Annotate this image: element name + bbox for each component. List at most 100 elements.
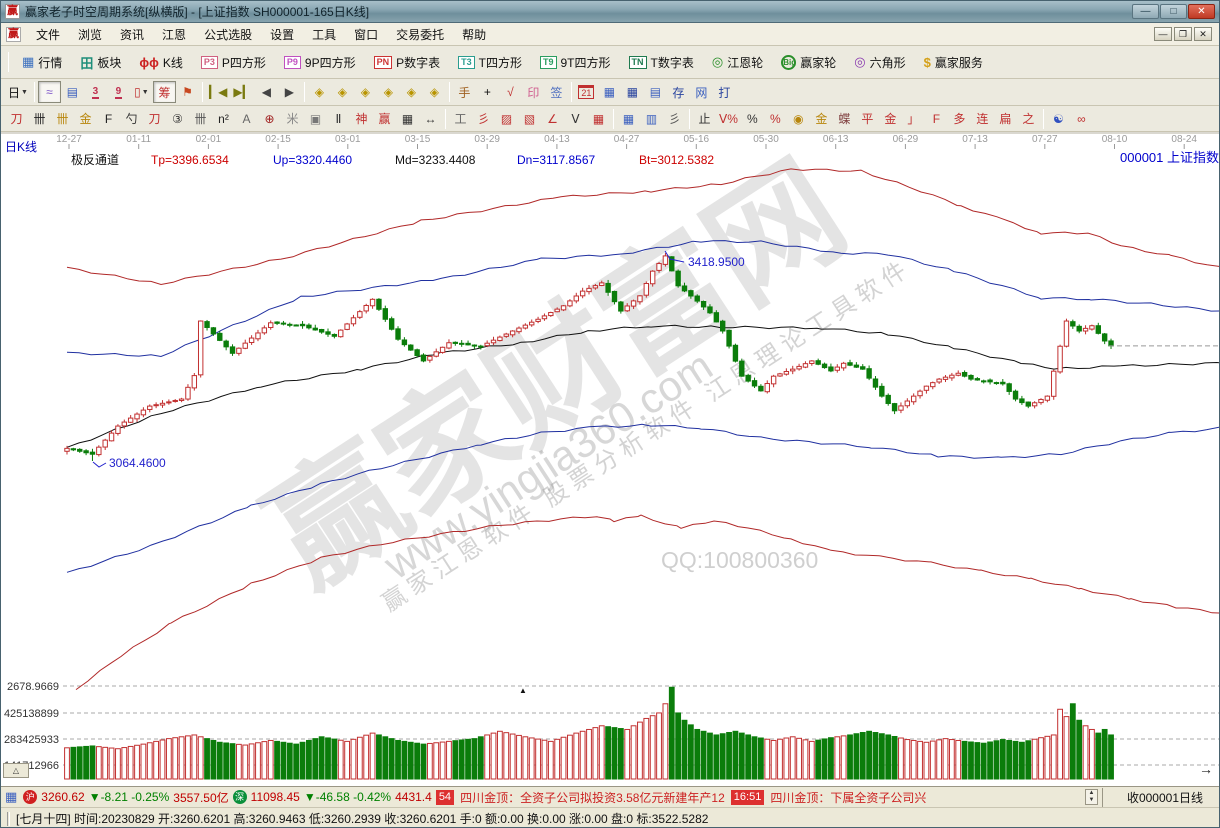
compass-target-icon[interactable]: ⊕ <box>258 108 281 130</box>
kline-button[interactable]: ɸɸK线 <box>131 50 191 75</box>
knife-up-icon[interactable]: 刀 <box>143 108 166 130</box>
width-arrows-icon[interactable]: ↔ <box>419 108 442 130</box>
star-wheel-icon[interactable]: 米 <box>281 108 304 130</box>
menu-item-browse[interactable]: 浏览 <box>69 24 111 45</box>
copy-web-icon[interactable]: 网 <box>690 81 713 103</box>
nav-first-icon[interactable]: ▎◀ <box>206 81 230 103</box>
ray-fan-icon[interactable]: 彡 <box>472 108 495 130</box>
nav-last-icon[interactable]: ▶▎ <box>230 81 254 103</box>
knife-tool-icon[interactable]: 刀 <box>5 108 28 130</box>
spinner-down-icon[interactable]: ▼ <box>1086 797 1097 804</box>
crosshair-tool-icon[interactable]: + <box>476 81 499 103</box>
menu-item-tools[interactable]: 工具 <box>303 24 345 45</box>
zigzag-line-icon[interactable]: Ⅴ <box>564 108 587 130</box>
slash-lines-icon[interactable]: 彡 <box>663 108 686 130</box>
note-tool-icon[interactable]: 签 <box>545 81 568 103</box>
dropdown-arrow-icon[interactable]: ▼ <box>21 89 28 96</box>
flat-wave-icon[interactable]: 平 <box>856 108 879 130</box>
menu-item-settings[interactable]: 设置 <box>261 24 303 45</box>
yin-yang-icon[interactable]: ☯ <box>1047 108 1070 130</box>
gold-hatch-2-icon[interactable]: 金 <box>74 108 97 130</box>
percent-icon[interactable]: % <box>741 108 764 130</box>
red-grid-icon[interactable]: ▦ <box>587 108 610 130</box>
volume-collapse-button[interactable]: △ <box>3 763 29 778</box>
close-button[interactable]: ✕ <box>1188 4 1215 19</box>
price-bars-icon[interactable]: 止 <box>693 108 716 130</box>
mdi-minimize-button[interactable]: — <box>1154 27 1172 41</box>
calculator-tool-icon[interactable]: ▦ <box>598 81 621 103</box>
fan-box-icon[interactable]: ▨ <box>495 108 518 130</box>
menu-item-help[interactable]: 帮助 <box>453 24 495 45</box>
multi-angle-icon[interactable]: 多 <box>948 108 971 130</box>
dropdown-arrow-icon[interactable]: ▼ <box>142 89 149 96</box>
mirror-a-icon[interactable]: A <box>235 108 258 130</box>
9t-square-button[interactable]: T99T四方形 <box>532 50 619 75</box>
wave-angle-icon[interactable]: 之 <box>1017 108 1040 130</box>
color-flag-icon[interactable]: ⚑ <box>176 81 199 103</box>
nav-prev-icon[interactable]: ◀ <box>255 81 278 103</box>
menu-item-trade-entrust[interactable]: 交易委托 <box>387 24 453 45</box>
ticker-news-item[interactable]: 四川金顶：全资子公司拟投资3.58亿元新建年产12 <box>460 789 725 806</box>
grid-target-icon[interactable]: ▣ <box>304 108 327 130</box>
blue-grid-b-icon[interactable]: ▥ <box>640 108 663 130</box>
spiral-tool-icon[interactable]: 勺 <box>120 108 143 130</box>
numbered-grid-icon[interactable]: ▦ <box>396 108 419 130</box>
winner-service-button[interactable]: $赢家服务 <box>916 50 991 75</box>
maximize-button[interactable]: □ <box>1160 4 1187 19</box>
ying-grid-icon[interactable]: 赢 <box>373 108 396 130</box>
double-bars-icon[interactable]: Ⅱ <box>327 108 350 130</box>
mdi-close-button[interactable]: ✕ <box>1194 27 1212 41</box>
menu-item-formula-stock-pick[interactable]: 公式选股 <box>195 24 261 45</box>
flat-angle-icon[interactable]: 扁 <box>994 108 1017 130</box>
f-hatch-icon[interactable]: F <box>97 108 120 130</box>
stamp-tool-icon[interactable]: 印 <box>522 81 545 103</box>
menu-item-window[interactable]: 窗口 <box>345 24 387 45</box>
t-digit-table-button[interactable]: TNT数字表 <box>621 50 702 75</box>
f-angle-icon[interactable]: F <box>925 108 948 130</box>
calendar-tool-icon[interactable]: 21 <box>575 81 598 103</box>
hatch-lines-icon[interactable]: 卌 <box>28 108 51 130</box>
butterfly-tool-icon[interactable]: 蝶 <box>833 108 856 130</box>
sectors-button[interactable]: 田板块 <box>72 49 129 76</box>
shen-grid-icon[interactable]: 神 <box>350 108 373 130</box>
j-angle-icon[interactable]: 」 <box>902 108 925 130</box>
frame-tool-icon[interactable]: 工 <box>449 108 472 130</box>
mdi-restore-button[interactable]: ❐ <box>1174 27 1192 41</box>
blue-grid-a-icon[interactable]: ▦ <box>617 108 640 130</box>
menu-item-gann[interactable]: 江恩 <box>153 24 195 45</box>
scroll-right-icon[interactable]: → <box>1199 761 1213 777</box>
mini-chart-3-icon[interactable]: 3 <box>84 81 107 103</box>
nav-next-icon[interactable]: ▶ <box>278 81 301 103</box>
menu-item-news[interactable]: 资讯 <box>111 24 153 45</box>
circle-3-icon[interactable]: ③ <box>166 108 189 130</box>
gold-hatch-1-icon[interactable]: 卌 <box>51 108 74 130</box>
measure-tool-icon[interactable]: √ <box>499 81 522 103</box>
menu-item-file[interactable]: 文件 <box>27 24 69 45</box>
t-square-button[interactable]: T3T四方形 <box>450 50 530 75</box>
gold-lines-icon[interactable]: 金 <box>810 108 833 130</box>
hand-tool-icon[interactable]: 手 <box>453 81 476 103</box>
diamond-all-icon[interactable]: ◈ <box>423 81 446 103</box>
percent-v-icon[interactable]: Ⅴ% <box>716 108 741 130</box>
diamond-right-icon[interactable]: ◈ <box>331 81 354 103</box>
hexagon-button[interactable]: ◎六角形 <box>846 50 913 75</box>
news-ticker[interactable]: 54四川金顶：全资子公司拟投资3.58亿元新建年产1216:51四川金顶：下属全… <box>436 789 1081 806</box>
p-digit-table-button[interactable]: PNP数字表 <box>366 50 449 75</box>
candle-style-icon[interactable]: ▯▼ <box>130 81 153 103</box>
fan-grid-icon[interactable]: ▧ <box>518 108 541 130</box>
percent-line-icon[interactable]: % <box>764 108 787 130</box>
minimize-button[interactable]: — <box>1132 4 1159 19</box>
winner-wheel-button[interactable]: Big赢家轮 <box>773 50 844 75</box>
gann-wheel-button[interactable]: ◎江恩轮 <box>704 50 771 75</box>
angle-arrow-icon[interactable]: ∠ <box>541 108 564 130</box>
memo-list-icon[interactable]: ▤ <box>644 81 667 103</box>
n-square-icon[interactable]: n² <box>212 108 235 130</box>
infinity-icon[interactable]: ∞ <box>1070 108 1093 130</box>
quotes-button[interactable]: ▦行情 <box>14 50 70 75</box>
info-board-icon[interactable]: ▤ <box>61 81 84 103</box>
spinner-up-icon[interactable]: ▲ <box>1086 790 1097 797</box>
overlay-curve-icon[interactable]: ≈ <box>38 81 61 103</box>
print-chart-icon[interactable]: 打 <box>713 81 736 103</box>
chip-distribution-icon[interactable]: 筹 <box>153 81 176 103</box>
ticker-spinner[interactable]: ▲ ▼ <box>1085 789 1098 805</box>
